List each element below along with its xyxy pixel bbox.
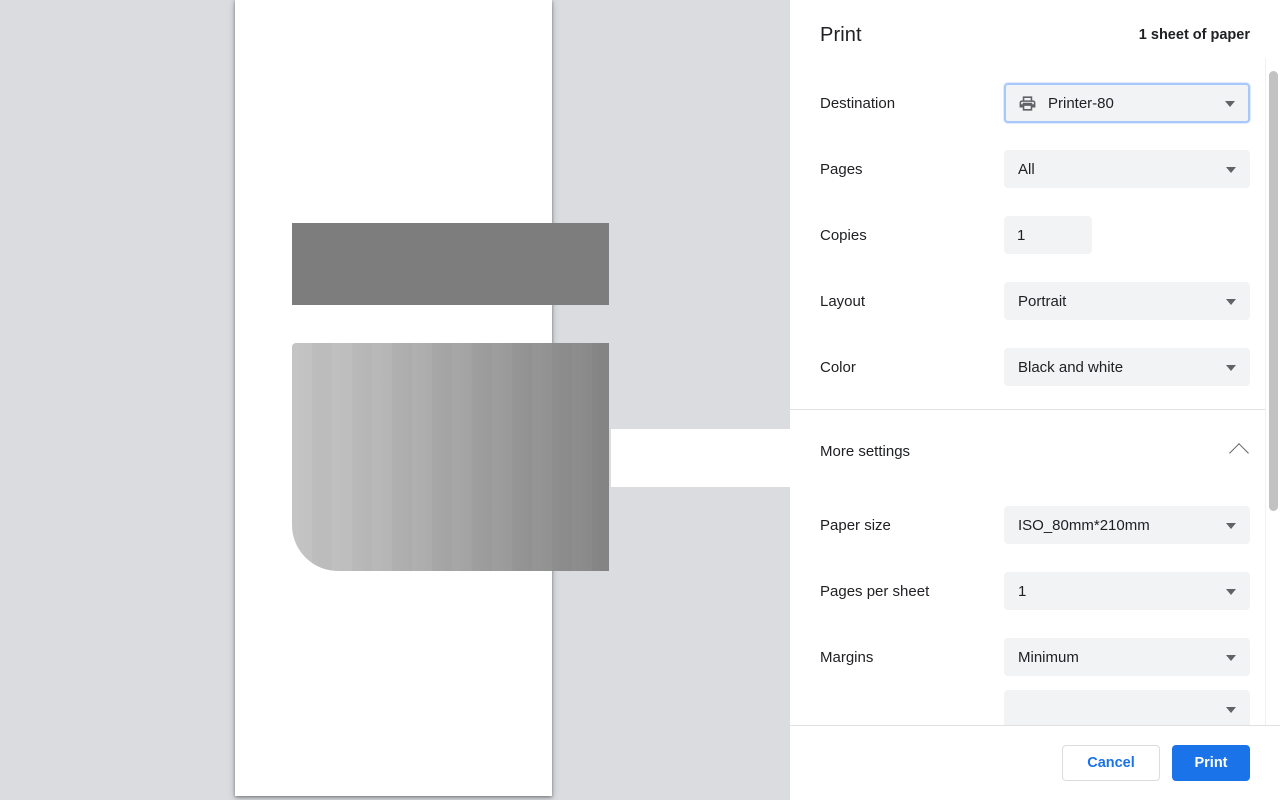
chevron-down-icon: [1226, 655, 1236, 661]
preview-shape-notch: [611, 429, 790, 487]
destination-value: Printer-80: [1048, 94, 1114, 112]
chevron-up-icon: [1229, 443, 1249, 463]
sheet-count-summary: 1 sheet of paper: [1138, 27, 1250, 43]
pages-per-sheet-control: 1: [1004, 572, 1250, 610]
dialog-footer: Cancel Print: [790, 725, 1280, 800]
color-select[interactable]: Black and white: [1004, 348, 1250, 386]
pages-select[interactable]: All: [1004, 150, 1250, 188]
pages-label: Pages: [820, 160, 863, 178]
setting-row-destination: Destination Printer-80: [790, 70, 1280, 136]
setting-row-color: Color Black and white: [790, 334, 1280, 400]
print-button[interactable]: Print: [1172, 745, 1250, 781]
destination-label: Destination: [820, 94, 896, 112]
layout-control: Portrait: [1004, 282, 1250, 320]
setting-row-copies: Copies: [790, 202, 1280, 268]
layout-select[interactable]: Portrait: [1004, 282, 1250, 320]
preview-solid-band: [292, 223, 609, 305]
chevron-down-icon: [1226, 365, 1236, 371]
paper-size-control: ISO_80mm*210mm: [1004, 506, 1250, 544]
setting-row-margins: Margins Minimum: [790, 624, 1280, 690]
copies-control: [1004, 216, 1250, 254]
dialog-header: Print 1 sheet of paper: [790, 0, 1280, 70]
setting-row-pages-per-sheet: Pages per sheet 1: [790, 558, 1280, 624]
print-preview-page: [235, 0, 790, 796]
printer-icon: [1018, 94, 1037, 113]
setting-row-pages: Pages All: [790, 136, 1280, 202]
paper-size-select[interactable]: ISO_80mm*210mm: [1004, 506, 1250, 544]
paper-size-value: ISO_80mm*210mm: [1018, 516, 1150, 534]
chevron-down-icon: [1226, 523, 1236, 529]
print-settings-panel: Print 1 sheet of paper Destination Print…: [790, 0, 1280, 800]
paper-size-label: Paper size: [820, 516, 891, 534]
chevron-down-icon: [1226, 167, 1236, 173]
setting-row-layout: Layout Portrait: [790, 268, 1280, 334]
pages-per-sheet-label: Pages per sheet: [820, 582, 930, 600]
page-title: Print: [820, 23, 862, 46]
destination-control: Printer-80: [1004, 83, 1250, 123]
color-control: Black and white: [1004, 348, 1250, 386]
pages-per-sheet-select[interactable]: 1: [1004, 572, 1250, 610]
partial-select[interactable]: [1004, 690, 1250, 725]
chevron-down-icon: [1226, 589, 1236, 595]
settings-scroll-area: Destination Printer-80 Pages All Copies …: [790, 70, 1280, 725]
settings-scrollbar[interactable]: [1265, 58, 1280, 725]
cancel-button[interactable]: Cancel: [1062, 745, 1160, 781]
layout-label: Layout: [820, 292, 866, 310]
destination-select[interactable]: Printer-80: [1004, 83, 1250, 123]
copies-input[interactable]: [1004, 216, 1092, 254]
setting-row-paper-size: Paper size ISO_80mm*210mm: [790, 492, 1280, 558]
print-preview-pane: [0, 0, 790, 800]
print-dialog-screen: Print 1 sheet of paper Destination Print…: [0, 0, 1280, 800]
chevron-down-icon: [1226, 299, 1236, 305]
chevron-down-icon: [1225, 101, 1235, 107]
margins-select[interactable]: Minimum: [1004, 638, 1250, 676]
settings-scrollbar-thumb[interactable]: [1269, 71, 1278, 511]
pages-control: All: [1004, 150, 1250, 188]
preview-gradient-shape: [292, 343, 609, 571]
more-settings-toggle[interactable]: More settings: [790, 410, 1280, 492]
copies-label: Copies: [820, 226, 867, 244]
color-value: Black and white: [1018, 358, 1124, 376]
more-settings-label: More settings: [820, 442, 911, 460]
margins-value: Minimum: [1018, 648, 1079, 666]
color-label: Color: [820, 358, 856, 376]
partial-control: [1004, 690, 1250, 725]
margins-control: Minimum: [1004, 638, 1250, 676]
setting-row-partial: [790, 690, 1280, 725]
margins-label: Margins: [820, 648, 874, 666]
pages-value: All: [1018, 160, 1035, 178]
pages-per-sheet-value: 1: [1018, 582, 1027, 600]
layout-value: Portrait: [1018, 292, 1067, 310]
chevron-down-icon: [1226, 707, 1236, 713]
